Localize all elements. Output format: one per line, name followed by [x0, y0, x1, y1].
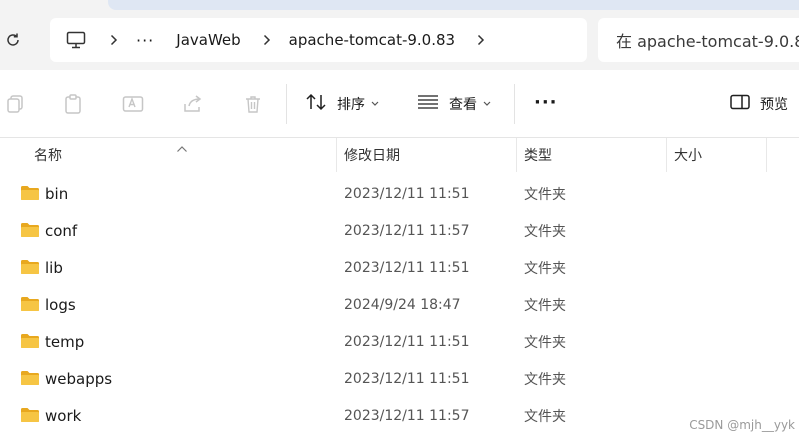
file-name: logs [45, 295, 76, 314]
file-name: lib [45, 258, 63, 277]
file-type: 文件夹 [524, 371, 566, 388]
sort-label: 排序 [337, 97, 365, 113]
folder-icon [20, 407, 40, 423]
file-type: 文件夹 [524, 260, 566, 277]
search-placeholder: 在 apache-tomcat-9.0.83 [616, 32, 799, 51]
column-divider[interactable] [766, 138, 767, 172]
paste-icon[interactable] [61, 92, 85, 116]
rename-icon[interactable] [121, 92, 145, 116]
column-divider[interactable] [516, 138, 517, 172]
file-type: 文件夹 [524, 223, 566, 240]
view-list-icon [417, 94, 439, 114]
file-name: webapps [45, 369, 113, 388]
file-name: work [45, 406, 82, 425]
folder-icon [20, 222, 40, 238]
folder-icon [20, 259, 40, 275]
toolbar-divider [286, 84, 287, 124]
folder-icon [20, 333, 40, 349]
column-header-name[interactable]: 名称 [34, 138, 62, 172]
sort-button[interactable]: 排序 [305, 90, 379, 118]
file-type: 文件夹 [524, 186, 566, 203]
chevron-down-icon [483, 101, 491, 107]
copy-icon[interactable] [3, 92, 27, 116]
column-header-size[interactable]: 大小 [674, 138, 702, 172]
active-tab-edge[interactable] [108, 0, 799, 10]
toolbar-divider [514, 84, 515, 124]
file-date: 2023/12/11 11:57 [344, 407, 470, 424]
folder-icon [20, 370, 40, 386]
file-date: 2024/9/24 18:47 [344, 296, 461, 313]
breadcrumb-item-javaweb[interactable]: JavaWeb [176, 31, 240, 49]
breadcrumb-overflow[interactable]: ··· [136, 31, 154, 50]
file-type: 文件夹 [524, 408, 566, 425]
file-row-bin[interactable]: bin 2023/12/11 11:51 文件夹 [0, 175, 799, 212]
file-type: 文件夹 [524, 334, 566, 351]
chevron-down-icon [371, 101, 379, 107]
watermark: CSDN @mjh__yyk [689, 418, 795, 432]
file-type: 文件夹 [524, 297, 566, 314]
sort-icon [305, 93, 327, 115]
file-date: 2023/12/11 11:51 [344, 333, 470, 350]
file-row-work[interactable]: work 2023/12/11 11:57 文件夹 [0, 397, 799, 434]
refresh-icon[interactable] [2, 28, 24, 52]
file-row-conf[interactable]: conf 2023/12/11 11:57 文件夹 [0, 212, 799, 249]
sort-ascending-caret-icon [176, 138, 188, 157]
file-list: bin 2023/12/11 11:51 文件夹 conf 2023/12/11… [0, 175, 799, 434]
breadcrumb-item-tomcat[interactable]: apache-tomcat-9.0.83 [289, 31, 455, 49]
more-options-icon[interactable]: ··· [534, 92, 558, 113]
file-name: temp [45, 332, 85, 351]
file-name: bin [45, 184, 69, 203]
column-divider[interactable] [336, 138, 337, 172]
column-header-date[interactable]: 修改日期 [344, 138, 400, 172]
column-headers: 名称 修改日期 类型 大小 [0, 138, 799, 172]
delete-icon[interactable] [241, 92, 265, 116]
chevron-right-icon[interactable] [257, 30, 277, 50]
folder-icon [20, 185, 40, 201]
file-row-logs[interactable]: logs 2024/9/24 18:47 文件夹 [0, 286, 799, 323]
column-divider[interactable] [666, 138, 667, 172]
preview-pane-icon [730, 94, 750, 114]
computer-icon[interactable] [64, 28, 88, 52]
file-date: 2023/12/11 11:51 [344, 185, 470, 202]
address-row: ··· JavaWeb apache-tomcat-9.0.83 在 apach… [0, 12, 799, 70]
file-date: 2023/12/11 11:51 [344, 259, 470, 276]
search-input[interactable]: 在 apache-tomcat-9.0.83 [598, 18, 799, 62]
preview-pane-button[interactable]: 预览 [730, 90, 788, 118]
preview-label: 预览 [760, 97, 788, 113]
chevron-right-icon[interactable] [471, 30, 491, 50]
column-header-type[interactable]: 类型 [524, 138, 552, 172]
breadcrumb[interactable]: ··· JavaWeb apache-tomcat-9.0.83 [50, 18, 587, 62]
command-bar: 排序 查看 ··· 预览 [0, 70, 799, 138]
file-row-temp[interactable]: temp 2023/12/11 11:51 文件夹 [0, 323, 799, 360]
file-name: conf [45, 221, 78, 240]
view-button[interactable]: 查看 [417, 90, 491, 118]
share-icon[interactable] [181, 92, 205, 116]
file-row-webapps[interactable]: webapps 2023/12/11 11:51 文件夹 [0, 360, 799, 397]
view-label: 查看 [449, 97, 477, 113]
file-date: 2023/12/11 11:57 [344, 222, 470, 239]
tab-strip [0, 0, 799, 12]
file-date: 2023/12/11 11:51 [344, 370, 470, 387]
folder-icon [20, 296, 40, 312]
file-row-lib[interactable]: lib 2023/12/11 11:51 文件夹 [0, 249, 799, 286]
chevron-right-icon[interactable] [104, 30, 124, 50]
